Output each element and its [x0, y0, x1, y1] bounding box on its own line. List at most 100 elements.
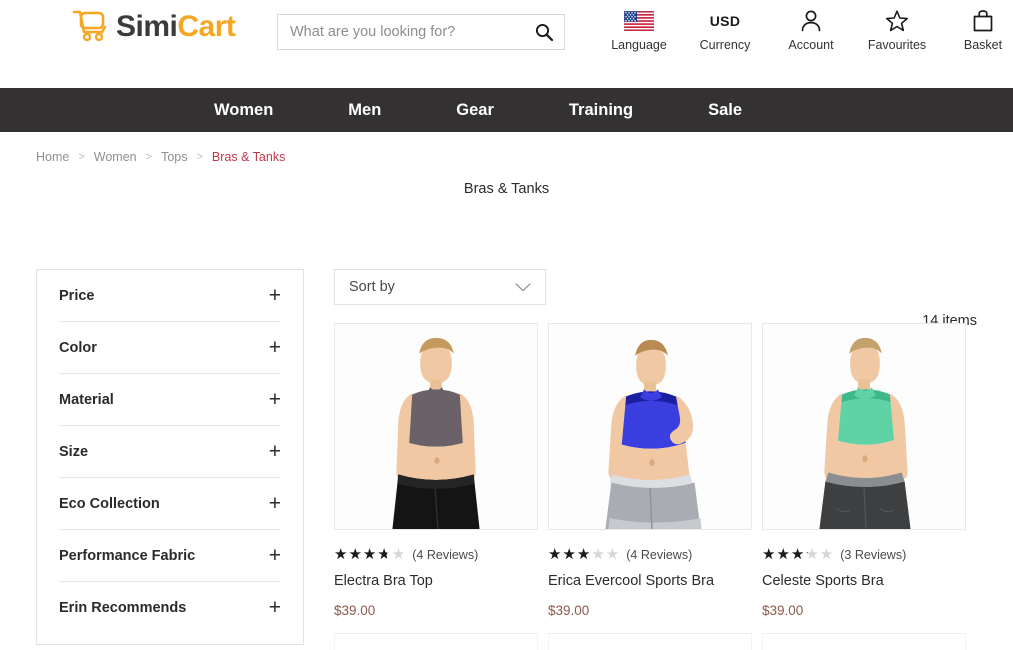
nav-item-gear[interactable]: Gear: [456, 101, 494, 120]
nav-item-training[interactable]: Training: [569, 101, 633, 120]
header-actions: Language USD Currency Account Favourites…: [596, 8, 1013, 52]
plus-icon[interactable]: +: [269, 285, 281, 306]
sort-by-label: Sort by: [349, 279, 395, 295]
filter-label: Price: [59, 287, 95, 304]
product-card: ★★★★★ ★★★★★ (3 Reviews) Celeste Sports B…: [762, 323, 966, 618]
plus-icon[interactable]: +: [269, 389, 281, 410]
shopping-cart-icon: [72, 10, 107, 42]
header-item-currency[interactable]: USD Currency: [682, 8, 768, 52]
header-label-basket: Basket: [963, 38, 1003, 52]
us-flag-icon: [624, 11, 654, 31]
plus-icon[interactable]: +: [269, 597, 281, 618]
breadcrumb-separator: >: [78, 151, 85, 163]
nav-item-men[interactable]: Men: [348, 101, 381, 120]
product-card-partial[interactable]: [334, 633, 538, 650]
logo-text-simi: Simi: [116, 10, 178, 43]
language-icon-wrap: [624, 8, 654, 34]
site-header: SimiCart What are you looking for? Langu…: [0, 0, 1013, 88]
stars-filled: ★★★★★: [762, 546, 808, 562]
basket-icon: [973, 10, 993, 32]
header-label-favourites: Favourites: [867, 38, 927, 52]
product-price: $39.00: [762, 603, 804, 618]
product-grid: ★★★★★ ★★★★★ (4 Reviews) Electra Bra Top …: [334, 323, 977, 618]
header-item-favourites[interactable]: Favourites: [854, 8, 940, 52]
product-name[interactable]: Electra Bra Top: [334, 573, 538, 589]
breadcrumb-item-tops[interactable]: Tops: [161, 150, 187, 164]
review-count[interactable]: (4 Reviews): [412, 548, 478, 562]
sort-by-select[interactable]: Sort by: [334, 269, 546, 305]
next-row-preview: [334, 633, 977, 650]
breadcrumb-item-current: Bras & Tanks: [211, 150, 286, 164]
product-image[interactable]: [548, 323, 752, 530]
basket-icon-wrap: [972, 8, 994, 34]
breadcrumb-separator: >: [196, 151, 203, 163]
nav-item-sale[interactable]: Sale: [708, 101, 742, 120]
stars-filled: ★★★★★: [548, 546, 592, 562]
filter-label: Performance Fabric: [59, 547, 196, 564]
search-icon: [535, 23, 554, 42]
review-count[interactable]: (3 Reviews): [840, 548, 906, 562]
filter-label: Size: [59, 443, 89, 460]
star-rating-icon: ★★★★★ ★★★★★: [548, 546, 620, 563]
product-image[interactable]: [762, 323, 966, 530]
chevron-down-icon: [515, 282, 531, 292]
filter-row-price[interactable]: Price +: [59, 270, 281, 322]
product-rating: ★★★★★ ★★★★★ (4 Reviews): [334, 546, 538, 563]
product-name[interactable]: Celeste Sports Bra: [762, 573, 966, 589]
plus-icon[interactable]: +: [269, 493, 281, 514]
product-rating: ★★★★★ ★★★★★ (3 Reviews): [762, 546, 966, 563]
filter-label: Eco Collection: [59, 495, 160, 512]
product-card: ★★★★★ ★★★★★ (4 Reviews) Electra Bra Top …: [334, 323, 538, 618]
filter-label: Erin Recommends: [59, 600, 187, 616]
favourites-icon-wrap: [885, 8, 909, 34]
filter-row-eco-collection[interactable]: Eco Collection +: [59, 478, 281, 530]
page-title: Bras & Tanks: [463, 181, 550, 197]
search-button[interactable]: [524, 15, 564, 49]
product-image[interactable]: [334, 323, 538, 530]
logo-wordmark: SimiCart: [116, 10, 236, 44]
filter-row-material[interactable]: Material +: [59, 374, 281, 426]
content-columns: Price + Color + Material + Size + Eco Co…: [36, 269, 977, 650]
star-rating-icon: ★★★★★ ★★★★★: [334, 546, 406, 563]
breadcrumb: Home > Women > Tops > Bras & Tanks: [0, 132, 1013, 164]
product-card-partial[interactable]: [762, 633, 966, 650]
header-item-basket[interactable]: Basket: [940, 8, 1013, 52]
stars-filled: ★★★★★: [334, 546, 388, 562]
search-bar[interactable]: [277, 14, 565, 50]
products-column: Sort by ★★★★★ ★★★★ (4 Reviews) Electra B…: [334, 269, 977, 650]
content-area: 14 items Price + Color + Material + Size…: [0, 269, 1013, 650]
site-logo[interactable]: SimiCart: [72, 10, 236, 44]
filter-label: Color: [59, 339, 97, 356]
main-navigation: Women Men Gear Training Sale: [0, 88, 1013, 132]
filter-row-erin-recommends[interactable]: Erin Recommends +: [59, 582, 281, 634]
breadcrumb-separator: >: [145, 151, 153, 163]
star-icon: [886, 10, 908, 32]
product-card: ★★★★★ ★★★★★ (4 Reviews) Erica Evercool S…: [548, 323, 752, 618]
header-label-account: Account: [788, 38, 834, 52]
breadcrumb-item-women[interactable]: Women: [94, 150, 137, 164]
filter-row-size[interactable]: Size +: [59, 426, 281, 478]
currency-icon-wrap: USD: [710, 8, 740, 34]
nav-item-women[interactable]: Women: [214, 101, 273, 120]
star-rating-icon: ★★★★★ ★★★★★: [762, 546, 834, 563]
header-label-language: Language: [611, 38, 667, 52]
header-item-language[interactable]: Language: [596, 8, 682, 52]
search-input[interactable]: [278, 15, 524, 49]
header-label-currency: Currency: [699, 38, 751, 52]
filter-sidebar: Price + Color + Material + Size + Eco Co…: [36, 269, 304, 645]
filter-label: Material: [59, 391, 114, 408]
filter-row-performance-fabric[interactable]: Performance Fabric +: [59, 530, 281, 582]
header-item-account[interactable]: Account: [768, 8, 854, 52]
breadcrumb-item-home[interactable]: Home: [36, 150, 69, 164]
filter-row-color[interactable]: Color +: [59, 322, 281, 374]
plus-icon[interactable]: +: [269, 441, 281, 462]
logo-text-cart: Cart: [177, 10, 236, 43]
plus-icon[interactable]: +: [269, 337, 281, 358]
review-count[interactable]: (4 Reviews): [626, 548, 692, 562]
product-rating: ★★★★★ ★★★★★ (4 Reviews): [548, 546, 752, 563]
plus-icon[interactable]: +: [269, 545, 281, 566]
product-price: $39.00: [334, 603, 376, 618]
product-price: $39.00: [548, 603, 590, 618]
product-card-partial[interactable]: [548, 633, 752, 650]
product-name[interactable]: Erica Evercool Sports Bra: [548, 573, 752, 589]
